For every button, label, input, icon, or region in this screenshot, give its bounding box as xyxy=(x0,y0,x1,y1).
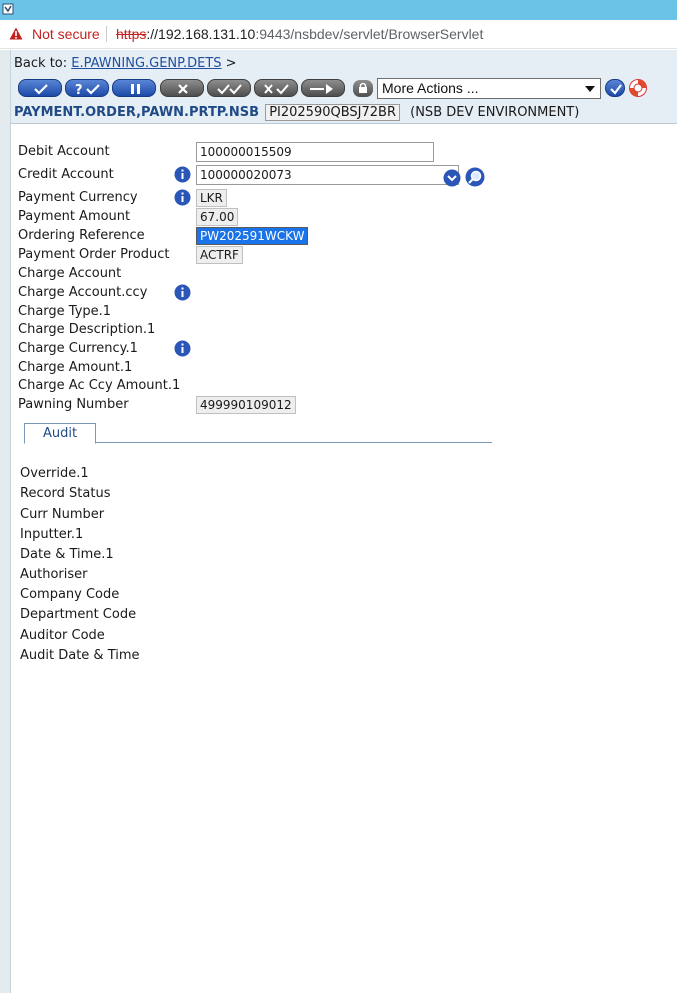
audit-field-label: Curr Number xyxy=(20,507,105,522)
charge-amount-label: Charge Amount.1 xyxy=(18,360,133,375)
charge-description-label: Charge Description.1 xyxy=(18,322,156,337)
cross-icon xyxy=(178,84,188,94)
payment-currency-label: Payment Currency xyxy=(18,190,138,205)
pause-icon xyxy=(131,84,140,94)
back-to-suffix: > xyxy=(225,56,237,71)
hold-button[interactable] xyxy=(112,79,156,97)
charge-currency-label: Charge Currency.1 xyxy=(18,341,138,356)
url-text[interactable]: https://192.168.131.10:9443/nsbdev/servl… xyxy=(116,26,483,42)
field-charge-type: Charge Type.1 xyxy=(18,302,498,321)
svg-text:?: ? xyxy=(75,83,83,98)
validate-button[interactable]: ? xyxy=(65,79,109,98)
help-lifebuoy-icon[interactable] xyxy=(628,78,648,98)
url-path: :9443/nsbdev/servlet/BrowserServlet xyxy=(255,26,484,42)
field-charge-description: Charge Description.1 xyxy=(18,320,498,339)
audit-field-label: Auditor Code xyxy=(20,628,105,643)
commit-button[interactable] xyxy=(18,79,62,97)
field-payment-amount: Payment Amount 67.00 xyxy=(18,207,498,226)
charge-account-label: Charge Account xyxy=(18,266,122,281)
more-actions-select[interactable]: More Actions ... xyxy=(377,78,601,99)
charge-ac-ccy-amount-label: Charge Ac Ccy Amount.1 xyxy=(18,378,181,393)
info-icon[interactable] xyxy=(174,166,191,183)
credit-account-label: Credit Account xyxy=(18,167,114,182)
field-ordering-reference: Ordering Reference PW202591WCKW xyxy=(18,226,498,245)
audit-field-label: Company Code xyxy=(20,587,120,602)
url-scheme: https xyxy=(116,26,147,42)
back-to-link[interactable]: E.PAWNING.GENP.DETS xyxy=(71,56,221,71)
delete-button[interactable] xyxy=(160,79,204,97)
back-to-label: Back to: xyxy=(14,56,68,71)
payment-amount-label: Payment Amount xyxy=(18,209,131,224)
application-name: PAYMENT.ORDER,PAWN.PRTP.NSB xyxy=(14,105,260,120)
charge-account-ccy-label: Charge Account.ccy xyxy=(18,285,148,300)
audit-field-label: Override.1 xyxy=(20,466,89,481)
field-credit-account: Credit Account 100000020073 xyxy=(18,165,498,187)
tab-audit[interactable]: Audit xyxy=(24,423,96,444)
field-debit-account: Debit Account 100000015509 xyxy=(18,142,498,162)
window-title-strip xyxy=(0,0,677,20)
left-frame-border xyxy=(0,50,11,993)
field-charge-account-ccy: Charge Account.ccy xyxy=(18,283,498,302)
question-check-icon: ? xyxy=(75,83,100,98)
credit-account-input[interactable]: 100000020073 xyxy=(196,165,459,185)
payment-amount-value: 67.00 xyxy=(196,208,239,226)
field-payment-order-product: Payment Order Product ACTRF xyxy=(18,245,498,264)
field-payment-currency: Payment Currency LKR xyxy=(18,188,498,207)
field-charge-currency: Charge Currency.1 xyxy=(18,339,498,358)
reverse-button[interactable] xyxy=(254,79,298,97)
record-id: PI202590QBSJ72BR xyxy=(265,104,400,121)
charge-type-label: Charge Type.1 xyxy=(18,304,112,319)
payment-currency-value: LKR xyxy=(196,189,227,207)
authorise-button[interactable] xyxy=(207,79,251,97)
cross-check-icon xyxy=(264,84,289,95)
lock-icon xyxy=(359,82,367,93)
address-bar[interactable]: Not secure https://192.168.131.10:9443/n… xyxy=(0,20,677,49)
more-actions-value: More Actions ... xyxy=(382,80,479,96)
ordering-reference-label: Ordering Reference xyxy=(18,228,145,243)
breadcrumb: Back to: E.PAWNING.GENP.DETS > xyxy=(14,56,237,71)
audit-field-label: Record Status xyxy=(20,486,111,501)
check-icon xyxy=(610,84,622,95)
environment-label: (NSB DEV ENVIRONMENT) xyxy=(410,105,580,120)
audit-field-label: Inputter.1 xyxy=(20,527,84,542)
field-pawning-number: Pawning Number 499990109012 xyxy=(18,395,498,414)
tab-strip: Audit xyxy=(24,423,492,444)
transaction-header: Back to: E.PAWNING.GENP.DETS > ? More Ac… xyxy=(11,50,677,124)
double-check-icon xyxy=(217,84,242,95)
context-enquiry-button[interactable] xyxy=(353,80,373,97)
payment-order-product-label: Payment Order Product xyxy=(18,247,170,262)
dropdown-icon[interactable] xyxy=(443,169,461,187)
info-icon[interactable] xyxy=(174,284,191,301)
field-charge-amount: Charge Amount.1 xyxy=(18,358,498,377)
application-line: PAYMENT.ORDER,PAWN.PRTP.NSB PI202590QBSJ… xyxy=(14,104,579,121)
ordering-reference-value[interactable]: PW202591WCKW xyxy=(196,227,309,245)
play-icon xyxy=(310,84,333,94)
audit-field-label: Audit Date & Time xyxy=(20,648,140,663)
debit-account-label: Debit Account xyxy=(18,144,110,159)
app-icon xyxy=(2,3,14,15)
view-button[interactable] xyxy=(301,79,345,97)
audit-field-label: Authoriser xyxy=(20,567,88,582)
chevron-down-icon xyxy=(585,86,595,92)
pawning-number-label: Pawning Number xyxy=(18,397,129,412)
payment-order-product-value: ACTRF xyxy=(196,246,243,264)
info-icon[interactable] xyxy=(174,189,191,206)
check-icon xyxy=(34,84,48,95)
pawning-number-value: 499990109012 xyxy=(196,396,296,414)
debit-account-input[interactable]: 100000015509 xyxy=(196,142,434,162)
go-button[interactable] xyxy=(605,79,625,97)
warning-icon xyxy=(9,27,23,40)
field-charge-account: Charge Account xyxy=(18,264,498,283)
info-icon[interactable] xyxy=(174,340,191,357)
url-host: ://192.168.131.10 xyxy=(146,26,256,42)
address-divider xyxy=(106,26,107,42)
search-icon[interactable] xyxy=(464,167,486,187)
audit-field-label: Department Code xyxy=(20,607,137,622)
field-charge-ac-ccy-amount: Charge Ac Ccy Amount.1 xyxy=(18,376,498,395)
security-status[interactable]: Not secure xyxy=(32,26,100,42)
audit-field-label: Date & Time.1 xyxy=(20,547,114,562)
